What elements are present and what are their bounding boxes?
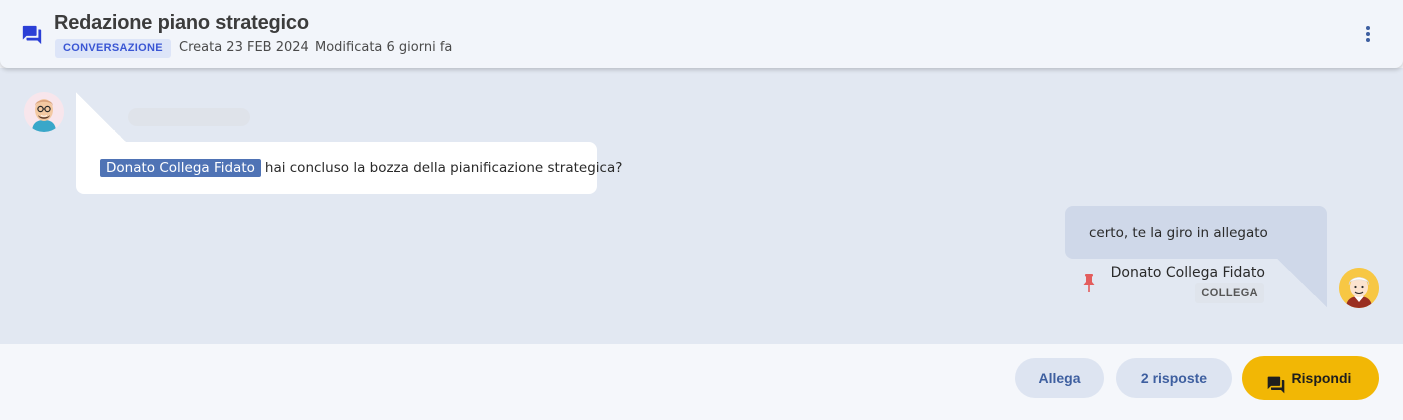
incoming-message-text: Donato Collega Fidato hai concluso la boz… [100, 159, 622, 177]
forum-icon [1266, 368, 1286, 394]
page-title: Redazione piano strategico [54, 12, 309, 34]
conversation-header: Redazione piano strategico CONVERSAZIONE… [0, 0, 1403, 68]
modified-date: Modificata 6 giorni fa [315, 40, 453, 55]
more-vert-icon[interactable] [1358, 24, 1378, 44]
avatar[interactable] [1339, 268, 1379, 308]
replies-button[interactable]: 2 risposte [1116, 358, 1232, 398]
pin-icon[interactable] [1080, 273, 1098, 293]
attach-button[interactable]: Allega [1015, 358, 1104, 398]
role-badge: COLLEGA [1195, 283, 1264, 303]
conversation-type-badge: CONVERSAZIONE [55, 39, 171, 58]
bubble-tail [76, 92, 126, 142]
outgoing-message-text: certo, te la giro in allegato [1089, 225, 1268, 241]
message-body: hai concluso la bozza della pianificazio… [264, 160, 623, 176]
avatar[interactable] [24, 92, 64, 132]
sender-name: Donato Collega Fidato [1110, 265, 1265, 281]
forum-icon [21, 24, 43, 46]
reply-button-label: Rispondi [1291, 370, 1352, 386]
created-date: Creata 23 FEB 2024 [179, 40, 309, 55]
bubble-tail [1277, 259, 1327, 307]
user-mention[interactable]: Donato Collega Fidato [100, 159, 261, 177]
sender-placeholder [128, 108, 250, 126]
reply-button[interactable]: Rispondi [1242, 356, 1379, 400]
action-bar: Allega 2 risposte Rispondi [0, 344, 1403, 420]
chat-thread: Donato Collega Fidato hai concluso la boz… [0, 68, 1403, 344]
